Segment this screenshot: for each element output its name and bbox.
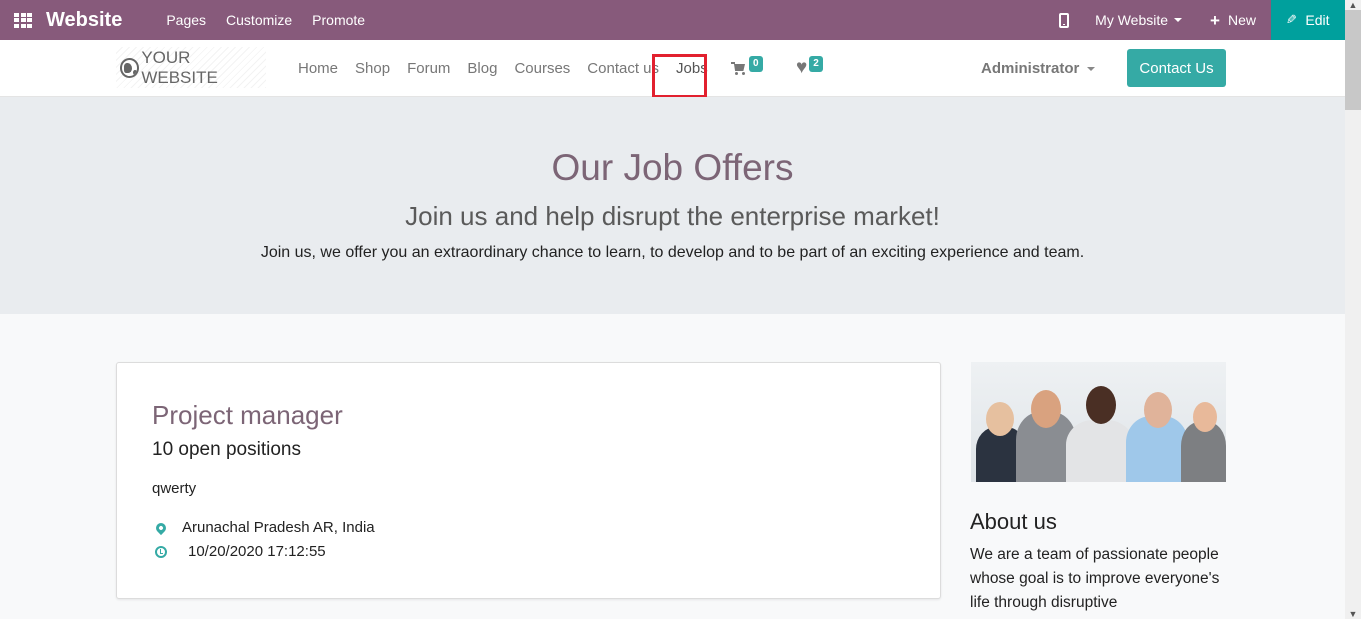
nav-blog[interactable]: Blog — [467, 60, 497, 77]
mobile-preview-icon[interactable] — [1059, 12, 1070, 28]
heart-icon: ♥ — [796, 57, 808, 78]
website-selector-label: My Website — [1095, 12, 1169, 28]
about-title: About us — [970, 509, 1057, 534]
job-open-positions: 10 open positions — [152, 439, 301, 460]
jobs-highlight-box — [652, 54, 707, 98]
page-subtitle: Join us and help disrupt the enterprise … — [405, 201, 940, 231]
cart-link[interactable]: 0 — [731, 56, 763, 76]
nav-contact-us[interactable]: Contact us — [587, 60, 659, 77]
wishlist-count-badge: 2 — [809, 56, 823, 72]
website-navbar: YOUR WEBSITE Home Shop Forum Blog Course… — [0, 40, 1345, 98]
app-title: Website — [46, 8, 123, 31]
menu-promote[interactable]: Promote — [312, 12, 365, 28]
topbar-right: My Website + New ✎ Edit — [1059, 0, 1345, 40]
logo-text: YOUR WEBSITE — [141, 47, 218, 87]
page-title: Our Job Offers — [551, 147, 794, 188]
hero-section: Our Job Offers Join us and help disrupt … — [0, 97, 1345, 314]
clock-icon — [155, 545, 167, 558]
job-location-text: Arunachal Pradesh AR, India — [182, 519, 375, 536]
job-title[interactable]: Project manager — [152, 400, 343, 431]
edit-button[interactable]: ✎ Edit — [1271, 0, 1345, 40]
nav-shop[interactable]: Shop — [355, 60, 390, 77]
menu-pages[interactable]: Pages — [166, 12, 206, 28]
scroll-up-icon[interactable]: ▲ — [1345, 0, 1361, 10]
cart-icon — [731, 62, 747, 76]
apps-grid-icon — [14, 12, 32, 28]
new-button[interactable]: + New — [1210, 12, 1256, 29]
page-scrollbar[interactable]: ▲ ▼ — [1345, 0, 1361, 619]
hero-text: Join us, we offer you an extraordinary c… — [260, 244, 1085, 261]
site-logo[interactable]: YOUR WEBSITE — [116, 47, 266, 88]
edit-button-label: Edit — [1305, 12, 1330, 28]
apps-menu-button[interactable] — [0, 0, 46, 40]
scroll-thumb[interactable] — [1345, 10, 1361, 110]
nav-forum[interactable]: Forum — [407, 60, 450, 77]
caret-down-icon — [1174, 18, 1183, 22]
scroll-down-icon[interactable]: ▼ — [1345, 609, 1361, 619]
job-date-text: 10/20/2020 17:12:55 — [188, 543, 326, 560]
contact-us-button[interactable]: Contact Us — [1127, 49, 1226, 87]
about-text: We are a team of passionate people whose… — [970, 546, 1220, 611]
user-menu[interactable]: Administrator — [981, 40, 1096, 97]
job-location: Arunachal Pradesh AR, India — [153, 519, 375, 536]
admin-topbar: Website Pages Customize Promote My Websi… — [0, 0, 1345, 40]
new-button-label: New — [1227, 12, 1256, 28]
wishlist-link[interactable]: ♥ 2 — [796, 56, 823, 78]
pencil-icon: ✎ — [1286, 12, 1298, 27]
website-selector[interactable]: My Website — [1095, 12, 1183, 28]
menu-customize[interactable]: Customize — [226, 12, 292, 28]
globe-icon — [120, 57, 140, 78]
user-name: Administrator — [981, 60, 1080, 77]
caret-down-icon — [1087, 66, 1096, 71]
job-date: 10/20/2020 17:12:55 — [155, 543, 326, 560]
nav-home[interactable]: Home — [298, 60, 338, 77]
job-card[interactable]: Project manager 10 open positions qwerty… — [116, 362, 941, 599]
job-description: qwerty — [152, 480, 197, 497]
plus-icon: + — [1210, 10, 1220, 30]
cart-count-badge: 0 — [749, 56, 763, 72]
team-photo — [971, 362, 1226, 482]
map-marker-icon — [153, 520, 169, 535]
nav-courses[interactable]: Courses — [514, 60, 570, 77]
